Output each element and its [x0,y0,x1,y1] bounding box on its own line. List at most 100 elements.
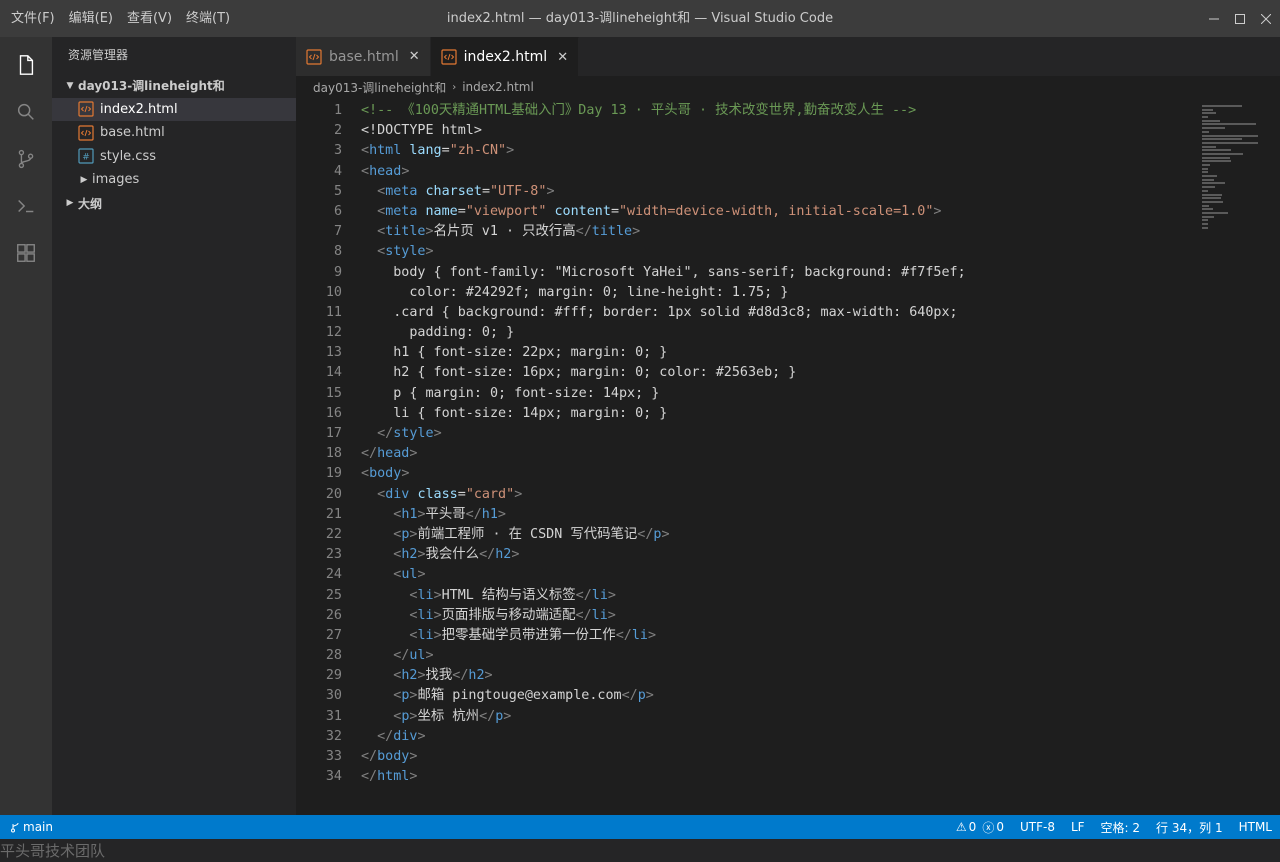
maximize-button[interactable] [1228,0,1251,37]
folder-label: day013-调lineheight和 [78,79,225,94]
file-style-css[interactable]: # style.css [52,145,296,169]
code-line[interactable]: 2 <!DOCTYPE html> [296,121,1196,141]
folder-day013[interactable]: ▼ day013-调lineheight和 [52,74,296,98]
search-button[interactable] [0,88,52,135]
code-line[interactable]: 23 <h2>我会什么</h2> [296,545,1196,565]
code-editor[interactable]: 1 <!-- 《100天精通HTML基础入门》Day 13 · 平头哥 · 技术改… [296,101,1196,787]
code-token: 把零基础学员带进第一份工作 [441,627,616,643]
code-line[interactable]: 4 <head> [296,162,1196,182]
close-icon[interactable]: ✕ [557,50,568,65]
code-line[interactable]: 27 <li>把零基础学员带进第一份工作</li> [296,626,1196,646]
branch-indicator[interactable]: main [10,820,61,834]
cursor-position[interactable]: 行 34，列 1 [1148,819,1231,836]
code-token: HTML 结构与语义标签 [441,587,576,603]
chevron-down-icon: ▼ [66,80,74,91]
minimize-icon [1208,18,1219,19]
menu-view[interactable]: 查看(V) [120,0,179,37]
code-line[interactable]: 24 <ul> [296,565,1196,585]
code-line[interactable]: 30 <p>邮箱 pingtouge@example.com</p> [296,686,1196,706]
code-token: > [433,426,442,441]
tab-index2-html[interactable]: index2.html ✕ [430,37,580,76]
code-line[interactable]: 32 </div> [296,727,1196,747]
menu-edit[interactable]: 编辑(E) [62,0,120,37]
code-line[interactable]: 21 <h1>平头哥</h1> [296,505,1196,525]
code-line[interactable]: 5 <meta charset="UTF-8"> [296,182,1196,202]
code-line[interactable]: 8 <style> [296,242,1196,262]
code-line[interactable]: 7 <title>名片页 v1 · 只改行高</title> [296,222,1196,242]
minimap-line [1202,178,1214,181]
indent-selector[interactable]: 空格: 2 [1093,819,1149,836]
minimap-line [1202,171,1208,174]
code-token: </ [637,526,654,542]
close-icon[interactable]: ✕ [409,49,420,64]
code-line[interactable]: 14 h2 { font-size: 16px; margin: 0; colo… [296,363,1196,383]
minimize-button[interactable] [1202,0,1225,37]
code-line[interactable]: 12 padding: 0; } [296,323,1196,343]
code-line[interactable]: 33 </body> [296,747,1196,767]
code-line[interactable]: 18 </head> [296,444,1196,464]
code-line[interactable]: 10 color: #24292f; margin: 0; line-heigh… [296,283,1196,303]
file-label: style.css [100,148,156,164]
file-index2-html[interactable]: index2.html [52,97,296,121]
line-number: 14 [325,365,342,381]
code-token: head [377,446,410,462]
code-line[interactable]: 6 <meta name="viewport" content="width=d… [296,202,1196,222]
line-source: </head> [342,444,417,464]
code-line[interactable]: 22 <p>前端工程师 · 在 CSDN 写代码笔记</p> [296,525,1196,545]
code-line[interactable]: 1 <!-- 《100天精通HTML基础入门》Day 13 · 平头哥 · 技术改… [296,101,1196,121]
code-line[interactable]: 25 <li>HTML 结构与语义标签</li> [296,586,1196,606]
explorer-button[interactable] [0,41,52,88]
code-line[interactable]: 31 <p>坐标 杭州</p> [296,707,1196,727]
code-line[interactable]: 9 body { font-family: "Microsoft YaHei",… [296,263,1196,283]
extensions-button[interactable] [0,229,52,276]
menu-terminal[interactable]: 终端(T) [179,0,237,37]
minimap-line [1202,119,1220,122]
breadcrumb-folder[interactable]: day013-调lineheight和 [313,79,446,96]
tab-base-html[interactable]: base.html ✕ [296,37,431,76]
code-line[interactable]: 16 li { font-size: 14px; margin: 0; } [296,404,1196,424]
tab-label: base.html [329,48,399,65]
code-token: < [361,163,370,179]
code-line[interactable]: 3 <html lang="zh-CN"> [296,141,1196,161]
code-line[interactable]: 11 .card { background: #fff; border: 1px… [296,303,1196,323]
problems-indicator[interactable]: ⚠ 0 ⓧ 0 [948,819,1012,836]
minimap-line [1202,197,1221,200]
source-control-button[interactable] [0,135,52,182]
code-line[interactable]: 17 </style> [296,424,1196,444]
outline-section[interactable]: ▶ 大纲 [52,192,296,216]
file-base-html[interactable]: base.html [52,121,296,145]
code-line[interactable]: 28 </ul> [296,646,1196,666]
code-line[interactable]: 15 p { margin: 0; font-size: 14px; } [296,384,1196,404]
code-token: head [369,163,402,179]
folder-images[interactable]: ▶ images [52,168,296,192]
language-mode[interactable]: HTML [1231,820,1280,834]
line-number: 24 [325,567,342,583]
encoding-selector[interactable]: UTF-8 [1012,820,1063,834]
menu-file[interactable]: 文件(F) [4,0,62,37]
code-line[interactable]: 19 <body> [296,464,1196,484]
code-token: charset [425,183,482,199]
code-token: < [361,143,370,159]
line-source: <head> [342,162,409,182]
code-line[interactable]: 20 <div class="card"> [296,485,1196,505]
code-token: body [377,749,410,764]
line-number: 19 [325,466,342,482]
terminal-button[interactable] [0,182,52,229]
code-line[interactable]: 13 h1 { font-size: 22px; margin: 0; } [296,343,1196,363]
minimap-line [1202,226,1208,229]
close-window-button[interactable] [1254,0,1277,37]
code-line[interactable]: 26 <li>页面排版与移动端适配</li> [296,606,1196,626]
breadcrumb-file[interactable]: index2.html [462,80,534,94]
line-source: <h2>我会什么</h2> [342,545,519,565]
code-token: < [377,183,386,199]
search-icon [17,103,34,120]
code-token: > [632,224,641,240]
minimap[interactable] [1202,105,1266,285]
code-token: title [385,224,426,240]
code-line[interactable]: 34 </html> [296,767,1196,787]
eol-selector[interactable]: LF [1063,820,1093,834]
code-line[interactable]: 29 <h2>找我</h2> [296,666,1196,686]
code-token: lang [409,143,442,159]
